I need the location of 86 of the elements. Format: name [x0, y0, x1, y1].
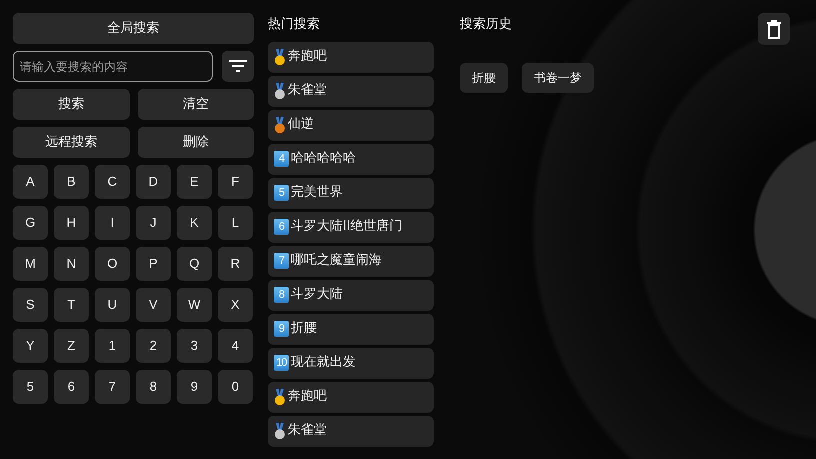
key-button[interactable]: 8 [136, 370, 171, 404]
hot-search-item[interactable]: 5 完美世界 [268, 178, 434, 208]
key-button[interactable]: V [136, 288, 171, 322]
medal-icon [274, 388, 286, 406]
key-button[interactable]: T [54, 288, 89, 322]
key-button[interactable]: S [13, 288, 48, 322]
hot-search-item[interactable]: 奔跑吧 [268, 42, 434, 72]
key-button[interactable]: O [95, 247, 130, 281]
rank-badge: 7 [274, 253, 289, 269]
hot-search-item[interactable]: 朱雀堂 [268, 76, 434, 106]
key-button[interactable]: B [54, 165, 89, 199]
key-button[interactable]: D [136, 165, 171, 199]
key-button[interactable]: X [218, 288, 253, 322]
item-label: 折腰 [291, 320, 317, 338]
filter-icon [229, 60, 247, 72]
delete-button[interactable] [758, 13, 790, 45]
key-button[interactable]: U [95, 288, 130, 322]
hot-search-item[interactable]: 朱雀堂 [268, 416, 434, 446]
key-button[interactable]: L [218, 206, 253, 240]
key-button[interactable]: 1 [95, 329, 130, 363]
item-label: 哈哈哈哈哈 [291, 150, 356, 168]
key-button[interactable]: 0 [218, 370, 253, 404]
item-label: 朱雀堂 [288, 82, 327, 100]
filter-button[interactable] [222, 51, 254, 82]
medal-icon [274, 82, 286, 100]
key-button[interactable]: K [177, 206, 212, 240]
item-label: 奔跑吧 [288, 388, 327, 406]
rank-badge: 4 [274, 151, 289, 167]
key-button[interactable]: W [177, 288, 212, 322]
delete-button[interactable]: 删除 [138, 127, 254, 158]
global-search-button[interactable]: 全局搜索 [13, 13, 254, 44]
key-button[interactable]: C [95, 165, 130, 199]
key-button[interactable]: I [95, 206, 130, 240]
hot-search-item[interactable]: 10 现在就出发 [268, 348, 434, 378]
key-button[interactable]: N [54, 247, 89, 281]
key-button[interactable]: 6 [54, 370, 89, 404]
history-chip[interactable]: 书卷一梦 [522, 62, 594, 92]
rank-badge: 10 [274, 355, 289, 371]
key-button[interactable]: G [13, 206, 48, 240]
section-title: 搜索历史 [460, 16, 513, 34]
key-button[interactable]: 7 [95, 370, 130, 404]
hot-search-item[interactable]: 8 斗罗大陆 [268, 280, 434, 310]
key-button[interactable]: A [13, 165, 48, 199]
key-button[interactable]: J [136, 206, 171, 240]
item-label: 奔跑吧 [288, 48, 327, 66]
search-button[interactable]: 搜索 [13, 89, 130, 120]
hot-search-item[interactable]: 7 哪吒之魔童闹海 [268, 246, 434, 276]
rank-badge: 6 [274, 219, 289, 235]
clear-button[interactable]: 清空 [138, 89, 254, 120]
key-button[interactable]: H [54, 206, 89, 240]
key-button[interactable]: Y [13, 329, 48, 363]
key-button[interactable]: Z [54, 329, 89, 363]
search-field[interactable]: 请输入要搜索的内容 [13, 51, 213, 82]
key-button[interactable]: 5 [13, 370, 48, 404]
rank-badge: 9 [274, 321, 289, 337]
remote-search-button[interactable]: 远程搜索 [13, 127, 130, 158]
item-label: 朱雀堂 [288, 422, 327, 440]
item-label: 现在就出发 [291, 354, 356, 372]
item-label: 哪吒之魔童闹海 [291, 252, 382, 270]
key-button[interactable]: F [218, 165, 253, 199]
key-button[interactable]: 9 [177, 370, 212, 404]
item-label: 斗罗大陆II绝世唐门 [291, 218, 403, 236]
item-label: 斗罗大陆 [291, 286, 343, 304]
item-label: 仙逆 [288, 116, 314, 134]
item-label: 完美世界 [291, 184, 343, 202]
rank-badge: 5 [274, 185, 289, 201]
hot-search-item[interactable]: 奔跑吧 [268, 382, 434, 412]
medal-icon [274, 116, 286, 134]
rank-badge: 8 [274, 287, 289, 303]
hot-search-item[interactable]: 仙逆 [268, 110, 434, 140]
hot-search-item[interactable]: 9 折腰 [268, 314, 434, 344]
key-button[interactable]: 2 [136, 329, 171, 363]
history-chip[interactable]: 折腰 [460, 62, 508, 92]
key-button[interactable]: E [177, 165, 212, 199]
medal-icon [274, 48, 286, 66]
hot-search-item[interactable]: 6 斗罗大陆II绝世唐门 [268, 212, 434, 242]
key-button[interactable]: M [13, 247, 48, 281]
hot-search-item[interactable]: 4 哈哈哈哈哈 [268, 144, 434, 174]
key-button[interactable]: R [218, 247, 253, 281]
trash-icon [766, 19, 782, 39]
medal-icon [274, 422, 286, 440]
key-button[interactable]: Q [177, 247, 212, 281]
section-title: 热门搜索 [268, 16, 321, 34]
key-button[interactable]: 3 [177, 329, 212, 363]
key-button[interactable]: 4 [218, 329, 253, 363]
key-button[interactable]: P [136, 247, 171, 281]
